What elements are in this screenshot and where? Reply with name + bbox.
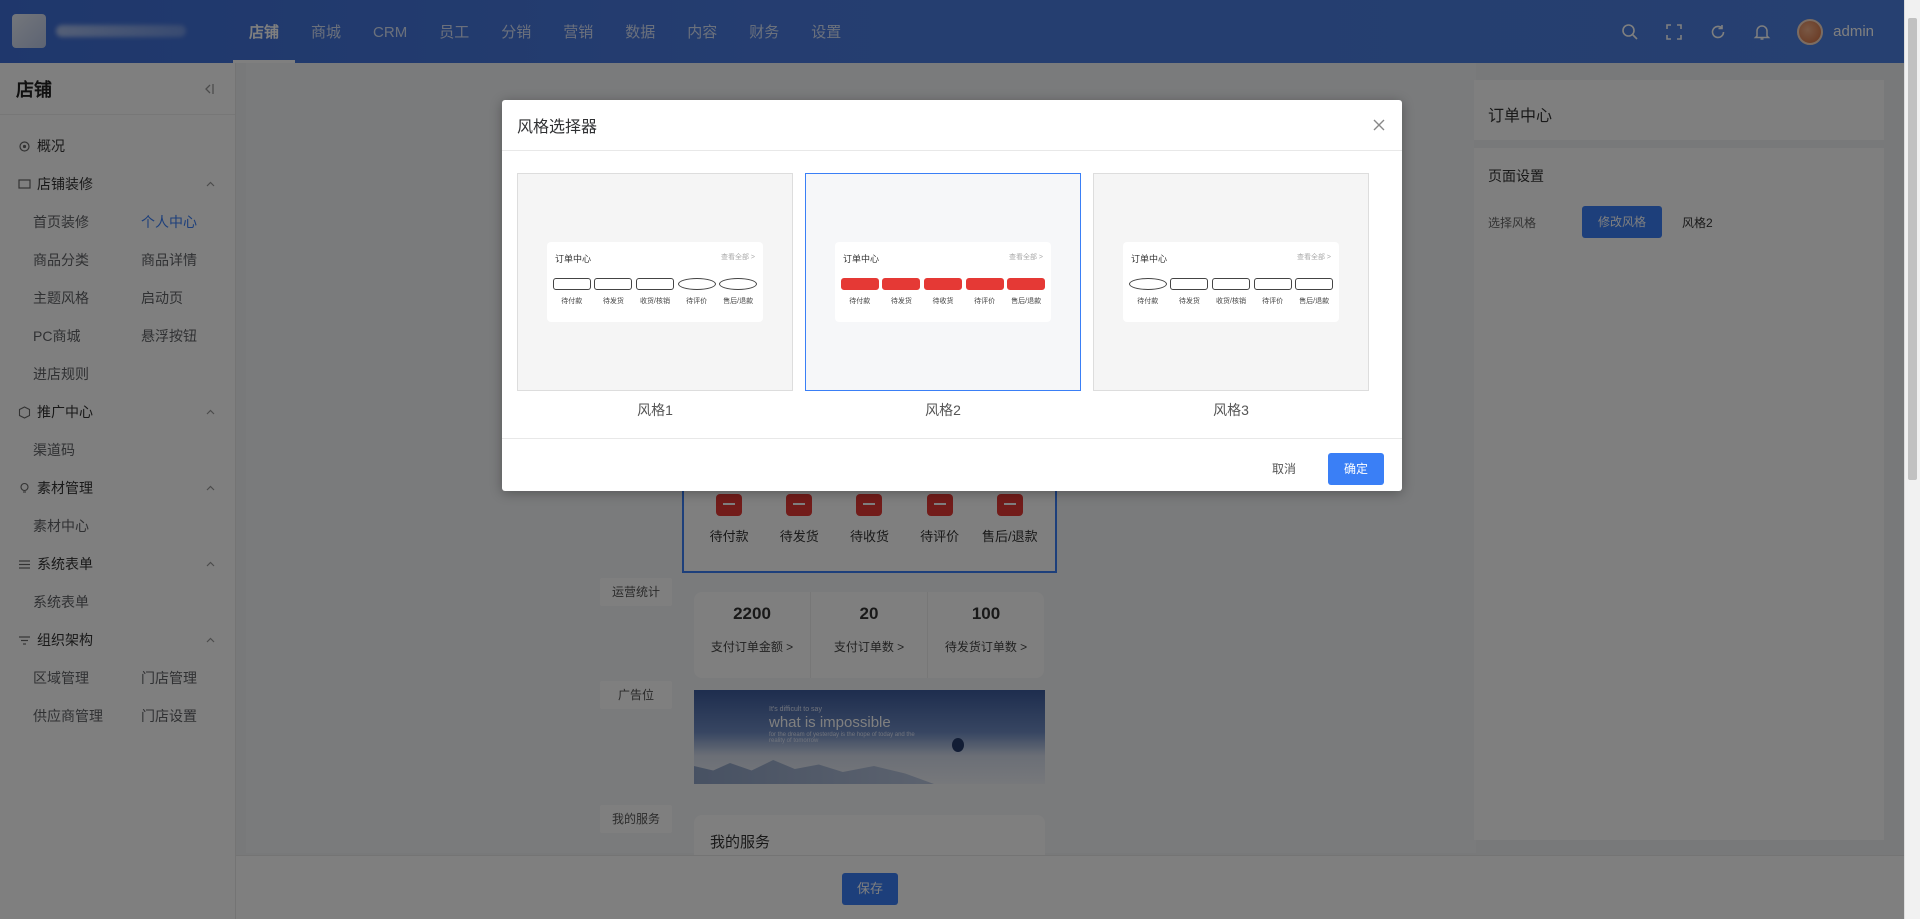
truck-icon [1211,278,1250,290]
style-selector-dialog: 风格选择器 订单中心 查看全部 > 待付款 待发货 收货/核销 待评价 售后/退… [502,100,1402,491]
style-option-2[interactable]: 订单中心 查看全部 > 待付款 待发货 待收货 待评价 售后/退款 风格2 [805,173,1081,438]
box-icon [1170,278,1209,290]
return-icon [719,278,758,290]
mini-order-card: 订单中心 查看全部 > 待付款 待发货 收货/核销 待评价 售后/退款 [1123,242,1339,322]
dialog-title: 风格选择器 [517,119,598,136]
mini-item: 待收货 [923,278,962,306]
mini-item: 售后/退款 [719,278,758,306]
mini-item: 收货/核销 [635,278,674,306]
box-icon [594,278,633,290]
close-icon[interactable] [1371,117,1387,133]
mini-header: 订单中心 [555,254,592,264]
package-check-icon [923,278,962,290]
scrollbar-thumb[interactable] [1908,18,1917,480]
mini-item: 待评价 [677,278,716,306]
box-icon [882,278,921,290]
mini-item: 待评价 [1253,278,1292,306]
mini-header: 订单中心 [843,254,880,264]
style-option-label: 风格1 [637,402,673,418]
return-icon [1295,278,1334,290]
wallet-icon [552,278,591,290]
mini-item: 待付款 [552,278,591,306]
mini-view-all: 查看全部 > [1296,254,1331,261]
mini-order-card: 订单中心 查看全部 > 待付款 待发货 收货/核销 待评价 售后/退款 [547,242,763,322]
style-option-1[interactable]: 订单中心 查看全部 > 待付款 待发货 收货/核销 待评价 售后/退款 风格1 [517,173,793,438]
mini-order-card: 订单中心 查看全部 > 待付款 待发货 待收货 待评价 售后/退款 [835,242,1051,322]
confirm-button[interactable]: 确定 [1328,453,1384,485]
comment-icon [1253,278,1292,290]
style-option-label: 风格3 [1213,402,1249,418]
comment-icon [677,278,716,290]
comment-icon [965,278,1004,290]
mini-item: 待付款 [840,278,879,306]
style-preview-card-selected[interactable]: 订单中心 查看全部 > 待付款 待发货 待收货 待评价 售后/退款 [805,173,1081,391]
truck-icon [635,278,674,290]
mini-item: 待发货 [1170,278,1209,306]
mini-view-all: 查看全部 > [1008,254,1043,261]
wallet-icon [1128,278,1167,290]
mini-item: 收货/核销 [1211,278,1250,306]
style-preview-card[interactable]: 订单中心 查看全部 > 待付款 待发货 收货/核销 待评价 售后/退款 [517,173,793,391]
cancel-button[interactable]: 取消 [1262,453,1306,485]
mini-item: 待评价 [965,278,1004,306]
mini-header: 订单中心 [1131,254,1168,264]
page-scrollbar[interactable] [1904,0,1920,919]
style-option-3[interactable]: 订单中心 查看全部 > 待付款 待发货 收货/核销 待评价 售后/退款 风格3 [1093,173,1369,438]
mini-item: 待发货 [594,278,633,306]
wallet-icon [840,278,879,290]
style-option-label: 风格2 [925,402,961,418]
mini-item: 待付款 [1128,278,1167,306]
return-icon [1007,278,1046,290]
mini-item: 待发货 [882,278,921,306]
mini-item: 售后/退款 [1007,278,1046,306]
mini-view-all: 查看全部 > [720,254,755,261]
mini-item: 售后/退款 [1295,278,1334,306]
style-preview-card[interactable]: 订单中心 查看全部 > 待付款 待发货 收货/核销 待评价 售后/退款 [1093,173,1369,391]
